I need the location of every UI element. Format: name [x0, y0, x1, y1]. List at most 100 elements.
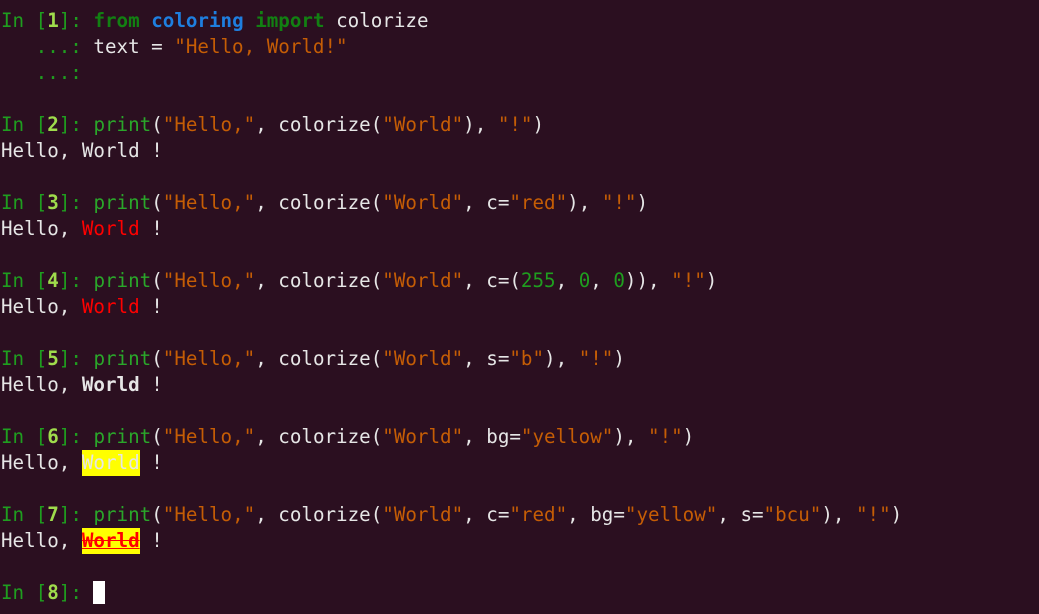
rgb-blue: 0 [613, 269, 625, 292]
input-line-4[interactable]: In [4]: print("Hello,", colorize("World"… [0, 268, 1039, 294]
string-literal: "!" [578, 347, 614, 370]
output-colorized-word: World [81, 217, 140, 240]
punct: ) [532, 113, 545, 136]
keyword-import: import [255, 9, 325, 32]
punct: ( [151, 425, 163, 448]
kwarg-style-value: "b" [509, 347, 545, 370]
string-literal: "!" [648, 425, 683, 448]
string-literal: "Hello," [162, 191, 256, 214]
input-line-8[interactable]: In [8]: [0, 580, 1039, 606]
punct: , [255, 425, 279, 448]
output-colorized-word: World [81, 295, 140, 318]
continuation-prompt-empty: ...: [1, 61, 82, 84]
punct: ( [151, 113, 163, 136]
builtin-print: print [93, 425, 152, 448]
string-literal: "Hello," [162, 425, 256, 448]
punct: ( [151, 503, 163, 526]
input-line-5[interactable]: In [5]: print("Hello,", colorize("World"… [0, 346, 1039, 372]
kwarg-color: c= [486, 191, 510, 214]
punct: ( [370, 347, 383, 370]
rgb-green: 0 [578, 269, 591, 292]
punct: , [463, 425, 487, 448]
kwarg-color-value: "red" [509, 191, 568, 214]
punct: , [255, 347, 279, 370]
imported-name: colorize [336, 9, 429, 32]
string-literal: "!" [601, 191, 637, 214]
output-line-4: Hello, World ! [0, 294, 1039, 320]
kwarg-background: bg= [590, 503, 625, 526]
input-line-1-cont-1[interactable]: ...: text = "Hello, World!" [0, 34, 1039, 60]
punct: ( [370, 425, 383, 448]
function-colorize: colorize [278, 269, 371, 292]
string-literal: "Hello, World!" [174, 35, 348, 58]
punct: , [567, 503, 591, 526]
output-suffix: ! [139, 139, 163, 162]
punct: ) [705, 269, 718, 292]
prompt-number: 8 [47, 581, 59, 604]
builtin-print: print [93, 191, 152, 214]
prompt-close: ]: [58, 269, 94, 292]
input-line-2[interactable]: In [2]: print("Hello,", colorize("World"… [0, 112, 1039, 138]
input-line-6[interactable]: In [6]: print("Hello,", colorize("World"… [0, 424, 1039, 450]
input-line-7[interactable]: In [7]: print("Hello,", colorize("World"… [0, 502, 1039, 528]
prompt-close: ]: [58, 191, 94, 214]
builtin-print: print [93, 503, 152, 526]
output-prefix: Hello, [1, 373, 82, 396]
output-line-7: Hello, World ! [0, 528, 1039, 554]
punct: ) [890, 503, 903, 526]
input-line-1[interactable]: In [1]: from coloring import colorize [0, 8, 1039, 34]
builtin-print: print [93, 113, 152, 136]
punct: , [555, 347, 579, 370]
string-literal: "World" [382, 347, 464, 370]
prompt-number: 4 [47, 269, 59, 292]
terminal-window[interactable]: In [1]: from coloring import colorize ..… [0, 0, 1039, 614]
builtin-print: print [93, 269, 152, 292]
output-prefix: Hello, [1, 295, 82, 318]
punct: , [255, 113, 279, 136]
punct: , [648, 269, 672, 292]
continuation-prompt: ...: [1, 35, 94, 58]
punct: ( [151, 269, 163, 292]
string-literal: "World" [382, 503, 464, 526]
input-line-3[interactable]: In [3]: print("Hello,", colorize("World"… [0, 190, 1039, 216]
punct: , [463, 269, 487, 292]
output-prefix: Hello, [1, 139, 82, 162]
punct: , [255, 191, 279, 214]
punct: , [255, 269, 279, 292]
punct: ) [613, 347, 625, 370]
output-colorized-word: World [81, 450, 140, 476]
punct: , [474, 113, 498, 136]
string-literal: "Hello," [162, 269, 256, 292]
output-prefix: Hello, [1, 217, 82, 240]
prompt-close: ]: [58, 113, 94, 136]
output-colorized-word: World [81, 139, 140, 162]
punct: ( [370, 269, 383, 292]
string-literal: "World" [382, 425, 464, 448]
output-suffix: ! [139, 217, 163, 240]
input-line-1-cont-2[interactable]: ...: [0, 60, 1039, 86]
punct: ) [613, 425, 625, 448]
keyword-from: from [93, 9, 140, 32]
prompt-number: 3 [47, 191, 59, 214]
function-colorize: colorize [278, 113, 371, 136]
prompt-number: 5 [47, 347, 59, 370]
output-line-5: Hello, World ! [0, 372, 1039, 398]
output-prefix: Hello, [1, 529, 82, 552]
punct: , [578, 191, 602, 214]
kwarg-background: bg= [486, 425, 521, 448]
kwarg-background-value: "yellow" [520, 425, 614, 448]
prompt-number: 2 [47, 113, 59, 136]
punct: , [255, 503, 279, 526]
punct: ) [636, 191, 649, 214]
kwarg-style-value: "bcu" [763, 503, 822, 526]
kwarg-style: s= [740, 503, 764, 526]
punct: ) [567, 191, 579, 214]
prompt-open: In [ [1, 9, 48, 32]
output-suffix: ! [139, 373, 163, 396]
output-colorized-word: World [81, 373, 140, 396]
text-cursor[interactable] [93, 581, 106, 604]
